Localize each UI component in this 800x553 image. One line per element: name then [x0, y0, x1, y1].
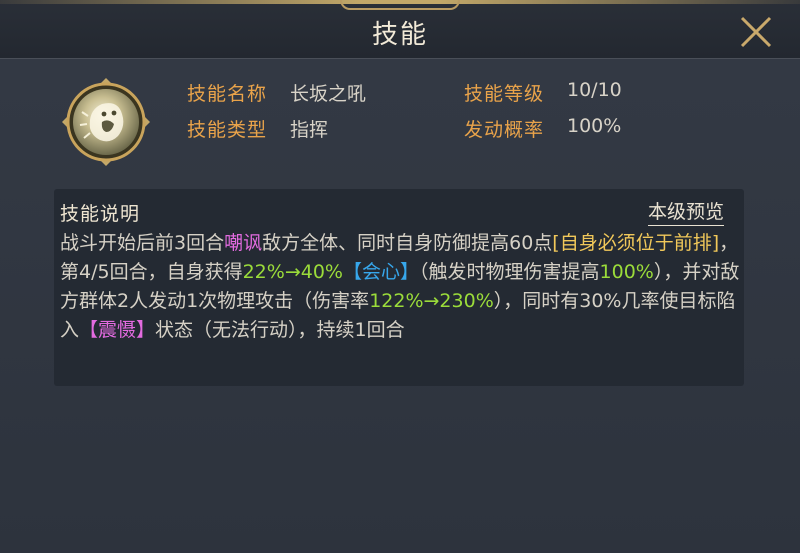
level-preview-link[interactable]: 本级预览 [648, 197, 725, 226]
trigger-chance-label: 发动概率 [464, 119, 545, 141]
desc-segment: 状态（无法行动），持续1回合 [155, 319, 405, 341]
title-bar: 技能 [0, 0, 800, 59]
skill-dialog: 技能 技能名称 长坂之吼 技能等级 10/10 技能类型 指挥 发动概率 100… [0, 0, 800, 553]
skill-name-value: 长坂之吼 [290, 83, 367, 105]
skill-type-label: 技能类型 [187, 119, 268, 141]
skill-name-label: 技能名称 [187, 83, 268, 105]
desc-keyword-stun: 【震慑】 [79, 319, 156, 341]
desc-segment: （触发时物理伤害提高 [419, 261, 600, 283]
skill-type-value: 指挥 [290, 119, 329, 141]
desc-keyword-taunt: 嘲讽 [224, 232, 263, 254]
description-title: 技能说明 [60, 203, 141, 225]
lion-roar-icon [60, 76, 152, 168]
close-button[interactable] [736, 12, 776, 52]
skill-level-value: 10/10 [567, 79, 622, 101]
desc-keyword-crit: 【会心】 [342, 261, 419, 283]
desc-segment: 敌方全体、同时自身防御提高60点 [262, 232, 553, 254]
skill-level-label: 技能等级 [464, 83, 545, 105]
description-text: 战斗开始后前3回合嘲讽敌方全体、同时自身防御提高60点[自身必须位于前排]，第4… [60, 229, 740, 345]
trigger-chance-value: 100% [567, 115, 622, 137]
desc-value-damage-rate: 122%→230% [369, 290, 494, 312]
desc-front-row-requirement: [自身必须位于前排] [552, 232, 720, 254]
dialog-title: 技能 [371, 20, 428, 50]
title-gold-notch [340, 0, 460, 10]
desc-segment: 战斗开始后前3回合 [60, 232, 225, 254]
desc-value-crit-chance: 22%→40% [242, 261, 343, 283]
close-x-icon [740, 16, 772, 48]
desc-value-damage-bonus: 100% [599, 261, 654, 283]
